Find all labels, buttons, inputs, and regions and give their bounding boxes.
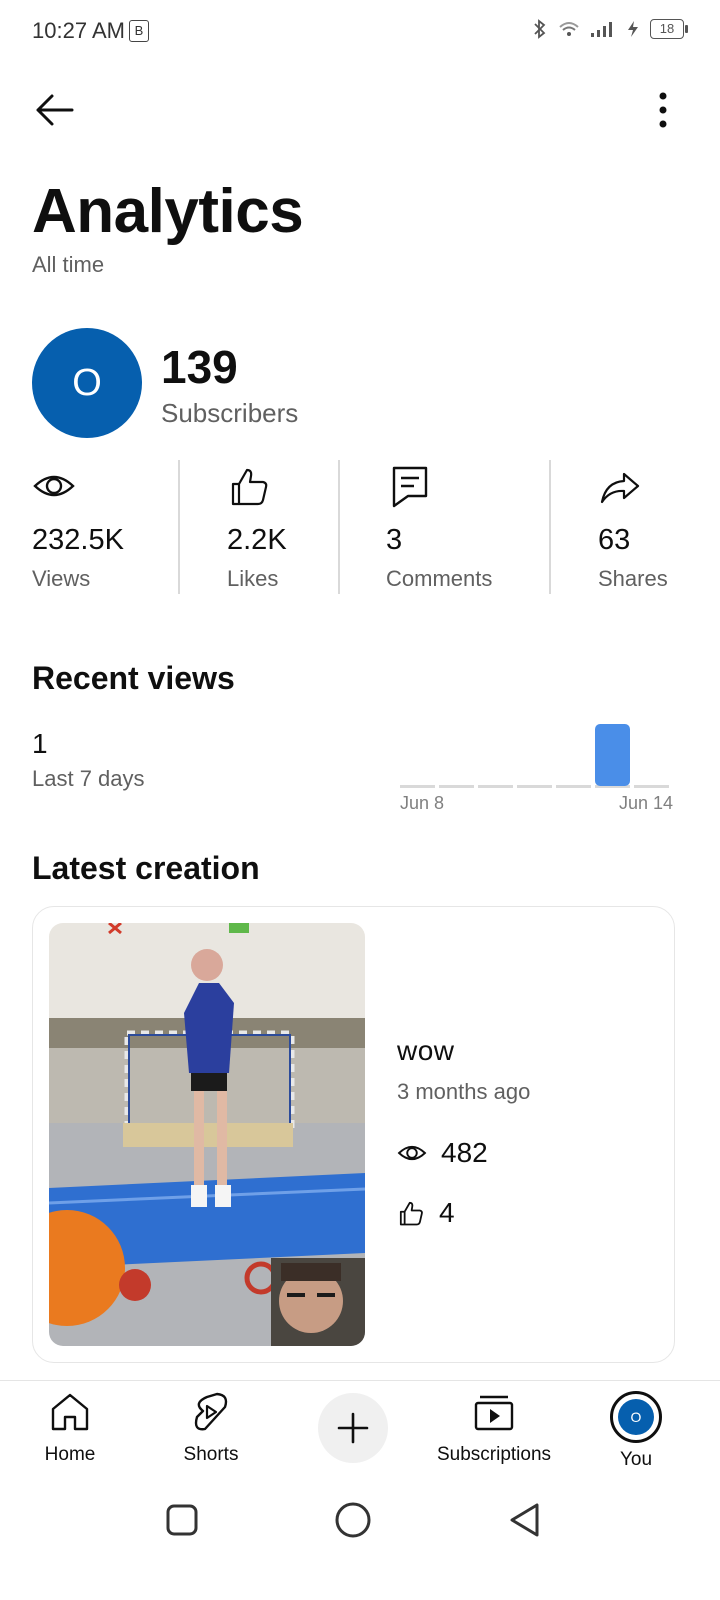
stat-value: 3 [386,524,403,556]
bluetooth-icon [534,19,546,39]
recent-views-title: Recent views [32,660,235,696]
stat-views[interactable]: 232.5K Views [32,460,172,594]
bottom-navigation: Home Shorts Subscriptions O You [0,1380,720,1476]
channel-avatar: O [32,328,142,438]
stat-divider [338,460,340,594]
you-avatar: O [610,1391,662,1443]
create-button[interactable] [318,1393,388,1463]
nav-home-label: Home [44,1444,96,1465]
chart-tick-label: Jun 8 [400,793,444,813]
page-title: Analytics [32,177,304,246]
status-badge-icon: B [128,20,149,42]
more-options-button[interactable] [648,90,678,135]
chart-tick-label: Jun 14 [619,793,673,813]
share-icon [600,472,640,504]
nav-shorts[interactable]: Shorts [141,1391,281,1466]
shorts-icon [194,1392,228,1431]
stat-divider [178,460,180,594]
recent-views-period: Last 7 days [32,766,145,791]
stat-value: 232.5K [32,524,124,556]
thumbs-up-icon [399,1201,423,1226]
stat-comments[interactable]: 3 Comments [386,460,546,594]
nav-you-label: You [619,1449,653,1470]
page-subtitle: All time [32,252,105,277]
chart-bar [595,724,630,786]
wifi-icon [559,22,579,36]
more-vertical-icon [659,92,667,128]
chart-baseline-segment [439,785,474,788]
video-views: 482 [397,1137,488,1169]
back-arrow-icon [36,94,74,126]
subscriptions-icon [474,1395,514,1431]
stat-label: Comments [386,566,493,591]
comment-icon [392,466,428,508]
stat-divider [549,460,551,594]
video-thumbnail[interactable] [49,923,365,1346]
recent-views-value: 1 [32,728,48,759]
video-views-count: 482 [441,1137,488,1168]
nav-subscriptions-label: Subscriptions [436,1444,552,1465]
nav-subscriptions[interactable]: Subscriptions [424,1391,564,1466]
status-time: 10:27 AM B [32,18,149,44]
stat-label: Likes [227,566,279,591]
you-avatar-letter: O [618,1399,654,1435]
stat-label: Views [32,566,91,591]
video-likes: 4 [397,1197,455,1229]
stat-value: 63 [598,524,631,556]
chart-baseline-segment [634,785,669,788]
stat-label: Shares [598,566,668,591]
back-triangle-icon[interactable] [505,1500,545,1540]
chart-baseline-segment [556,785,591,788]
stat-shares[interactable]: 63 Shares [598,460,698,594]
latest-creation-card[interactable]: wow 3 months ago 482 4 [32,906,675,1363]
home-circle-icon[interactable] [333,1500,373,1540]
subscribers-label: Subscribers [161,398,299,428]
battery-icon: 18 [650,19,688,39]
status-clock: 10:27 AM [32,18,125,43]
video-time-ago: 3 months ago [397,1079,531,1104]
recents-square-icon[interactable] [164,1502,200,1538]
recent-views-chart[interactable]: Jun 8 Jun 14 [396,712,680,820]
plus-icon [337,1412,369,1444]
status-icons: 18 [532,18,688,40]
home-icon [51,1393,89,1431]
nav-shorts-label: Shorts [183,1444,239,1465]
stat-value: 2.2K [227,524,287,556]
nav-you[interactable]: O You [566,1391,706,1471]
nav-home[interactable]: Home [0,1391,140,1466]
video-likes-count: 4 [439,1197,455,1228]
thumbs-up-icon [231,468,268,506]
chart-baseline-segment [400,785,435,788]
eye-icon [397,1145,427,1161]
charging-icon [628,21,638,37]
back-button[interactable] [30,88,76,137]
stats-row: 232.5K Views 2.2K Likes 3 Comments 63 Sh… [0,460,720,594]
video-thumbnail-image [49,923,365,1346]
latest-creation-title: Latest creation [32,850,260,886]
signal-icon [591,22,612,37]
video-title: wow [397,1035,455,1066]
chart-baseline-segment [517,785,552,788]
system-navigation-bar [0,1478,720,1600]
subscribers-count: 139 [161,341,238,393]
stat-likes[interactable]: 2.2K Likes [227,460,337,594]
chart-baseline-segment [478,785,513,788]
eye-icon [33,475,75,497]
